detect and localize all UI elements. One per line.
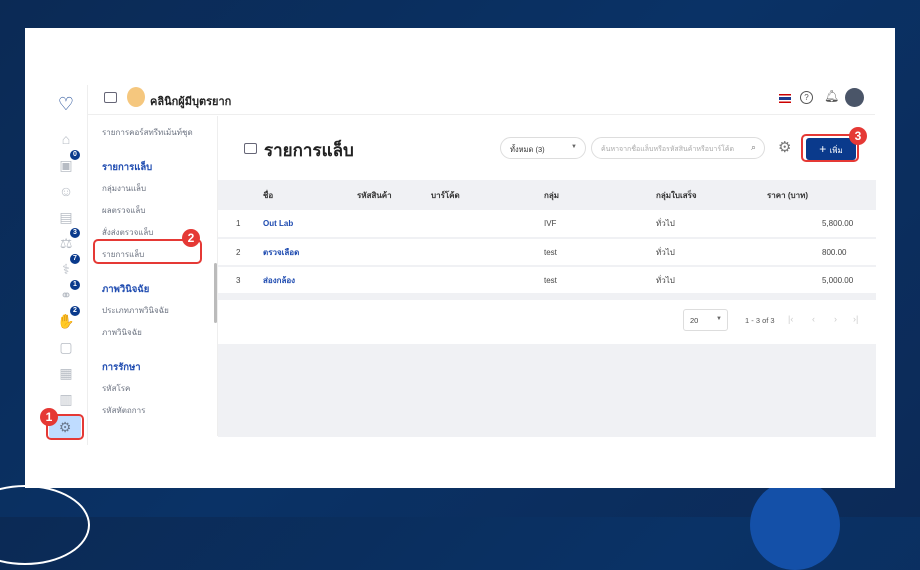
- section-imaging: ภาพวินิจฉัย: [102, 284, 150, 295]
- price: 800.00: [767, 238, 876, 267]
- icon-rail: ♡ ⌂ ▣ 0 ☺ ▤ ⚖ 3 ⚕ 7 ⚭ 1 ✋ 2 ▢ ▦ ▥ ⚙: [45, 85, 88, 445]
- stethoscope-badge: 7: [70, 254, 80, 264]
- receipt-group: ทั่วไป: [656, 238, 767, 267]
- first-page-icon[interactable]: |‹: [788, 314, 793, 324]
- search-placeholder: ค้นหาจากชื่อแล็บหรือรหัสสินค้าหรือบาร์โค…: [601, 146, 735, 153]
- scrollbar[interactable]: [214, 263, 217, 323]
- product-code: [357, 210, 431, 239]
- help-icon[interactable]: ?: [800, 91, 813, 104]
- panel-toggle-icon[interactable]: [104, 92, 117, 103]
- clinic-avatar: [127, 87, 145, 107]
- table-row[interactable]: 3 ส่องกล้อง test ทั่วไป 5,000.00: [218, 266, 876, 295]
- receipt-group: ทั่วไป: [656, 266, 767, 295]
- sidebar-item-procedure-code[interactable]: รหัสหัตถการ: [102, 404, 145, 417]
- product-code: [357, 266, 431, 295]
- sidebar-item-disease-code[interactable]: รหัสโรค: [102, 382, 130, 395]
- page-title: รายการแล็บ: [264, 141, 354, 160]
- filter-select[interactable]: ทั้งหมด (3) ▼: [500, 137, 586, 159]
- next-page-icon[interactable]: ›: [834, 314, 837, 324]
- page-size-value: 20: [690, 316, 699, 325]
- logo-icon[interactable]: ♡: [57, 95, 75, 113]
- hand-badge: 2: [70, 306, 80, 316]
- col-group[interactable]: กลุ่ม: [544, 180, 656, 210]
- sidebar-item-lab-result[interactable]: ผลตรวจแล็บ: [102, 204, 145, 217]
- search-icon: ⌕: [750, 142, 756, 152]
- price: 5,000.00: [767, 266, 876, 295]
- secondary-sidebar: รายการคอร์สทรีทเม้นท์ชุด รายการแล็บ กลุ่…: [88, 116, 218, 436]
- sidebar-item-course[interactable]: รายการคอร์สทรีทเม้นท์ชุด: [102, 126, 193, 139]
- row-number: 2: [218, 238, 263, 267]
- group: IVF: [544, 210, 656, 239]
- main-content: รายการแล็บ ทั้งหมด (3) ▼ ค้นหาจากชื่อแล็บ…: [218, 116, 876, 437]
- lab-name-link[interactable]: Out Lab: [263, 210, 357, 239]
- equipment-icon[interactable]: ⚖ 3: [57, 228, 80, 252]
- section-lab: รายการแล็บ: [102, 162, 153, 173]
- decor-circle: [0, 485, 90, 565]
- package-icon[interactable]: ▢: [57, 338, 75, 356]
- thai-flag-icon[interactable]: [779, 94, 791, 103]
- row-number: 3: [218, 266, 263, 295]
- grid-icon[interactable]: ▦: [57, 364, 75, 382]
- chart-icon[interactable]: ▥: [57, 390, 75, 408]
- col-code[interactable]: รหัสสินค้า: [357, 180, 431, 210]
- app-window: ♡ ⌂ ▣ 0 ☺ ▤ ⚖ 3 ⚕ 7 ⚭ 1 ✋ 2 ▢ ▦ ▥ ⚙ คลินิกผู้…: [25, 28, 895, 488]
- col-name[interactable]: ชื่อ: [263, 180, 357, 210]
- sidebar-item-lab-order[interactable]: สั่งส่งตรวจแล็บ: [102, 226, 153, 239]
- search-input[interactable]: ค้นหาจากชื่อแล็บหรือรหัสสินค้าหรือบาร์โค…: [591, 137, 765, 159]
- price: 5,800.00: [767, 210, 876, 239]
- last-page-icon[interactable]: ›|: [853, 314, 858, 324]
- decor-circle: [750, 480, 840, 570]
- card-icon[interactable]: ▤: [57, 208, 75, 226]
- prev-page-icon[interactable]: ‹: [812, 314, 815, 324]
- product-code: [357, 238, 431, 267]
- filter-value: ทั้งหมด (3): [510, 145, 545, 154]
- chevron-down-icon: ▼: [571, 144, 577, 150]
- pagination: 20 ▼ 1 - 3 of 3 |‹ ‹ › ›|: [218, 300, 876, 344]
- step-1-marker: 1: [40, 408, 58, 426]
- table-row[interactable]: 1 Out Lab IVF ทั่วไป 5,800.00: [218, 210, 876, 239]
- group: test: [544, 238, 656, 267]
- col-barcode[interactable]: บาร์โค้ด: [431, 180, 544, 210]
- receipt-group: ทั่วไป: [656, 210, 767, 239]
- barcode: [431, 210, 544, 239]
- col-receipt-group[interactable]: กลุ่มใบเสร็จ: [656, 180, 767, 210]
- pills-badge: 1: [70, 280, 80, 290]
- home-icon[interactable]: ⌂: [57, 130, 75, 148]
- step-3-marker: 3: [849, 127, 867, 145]
- lab-name-link[interactable]: ส่องกล้อง: [263, 266, 357, 295]
- sidebar-item-lab-group[interactable]: กลุ่มงานแล็บ: [102, 182, 146, 195]
- bell-icon[interactable]: 🔔︎: [824, 89, 839, 103]
- lab-name-link[interactable]: ตรวจเลือด: [263, 238, 357, 267]
- page-size-select[interactable]: 20 ▼: [683, 309, 728, 331]
- section-treatment: การรักษา: [102, 362, 141, 373]
- calendar-icon[interactable]: ▣ 0: [57, 150, 80, 174]
- row-number: 1: [218, 210, 263, 239]
- stethoscope-icon[interactable]: ⚕ 7: [57, 254, 80, 278]
- col-price[interactable]: ราคา (บาท): [767, 180, 876, 210]
- chevron-down-icon: ▼: [716, 316, 722, 322]
- step-2-marker: 2: [182, 229, 200, 247]
- top-header: คลินิกผู้มีบุตรยาก ? 🔔︎: [88, 85, 875, 115]
- lab-table: ชื่อ รหัสสินค้า บาร์โค้ด กลุ่ม กลุ่มใบเส…: [218, 180, 876, 295]
- list-icon: [244, 143, 257, 154]
- settings-gear-icon[interactable]: ⚙: [778, 138, 791, 156]
- sidebar-item-imaging-type[interactable]: ประเภทภาพวินิจฉัย: [102, 304, 169, 317]
- clinic-name: คลินิกผู้มีบุตรยาก: [150, 96, 232, 108]
- page-range: 1 - 3 of 3: [745, 316, 775, 325]
- group: test: [544, 266, 656, 295]
- barcode: [431, 266, 544, 295]
- table-row[interactable]: 2 ตรวจเลือด test ทั่วไป 800.00: [218, 238, 876, 267]
- calendar-badge: 0: [70, 150, 80, 160]
- hand-icon[interactable]: ✋ 2: [57, 306, 80, 330]
- barcode: [431, 238, 544, 267]
- sidebar-item-imaging[interactable]: ภาพวินิจฉัย: [102, 326, 142, 339]
- equipment-badge: 3: [70, 228, 80, 238]
- user-icon[interactable]: ☺: [57, 182, 75, 200]
- pills-icon[interactable]: ⚭ 1: [57, 280, 80, 304]
- user-avatar[interactable]: [845, 88, 864, 107]
